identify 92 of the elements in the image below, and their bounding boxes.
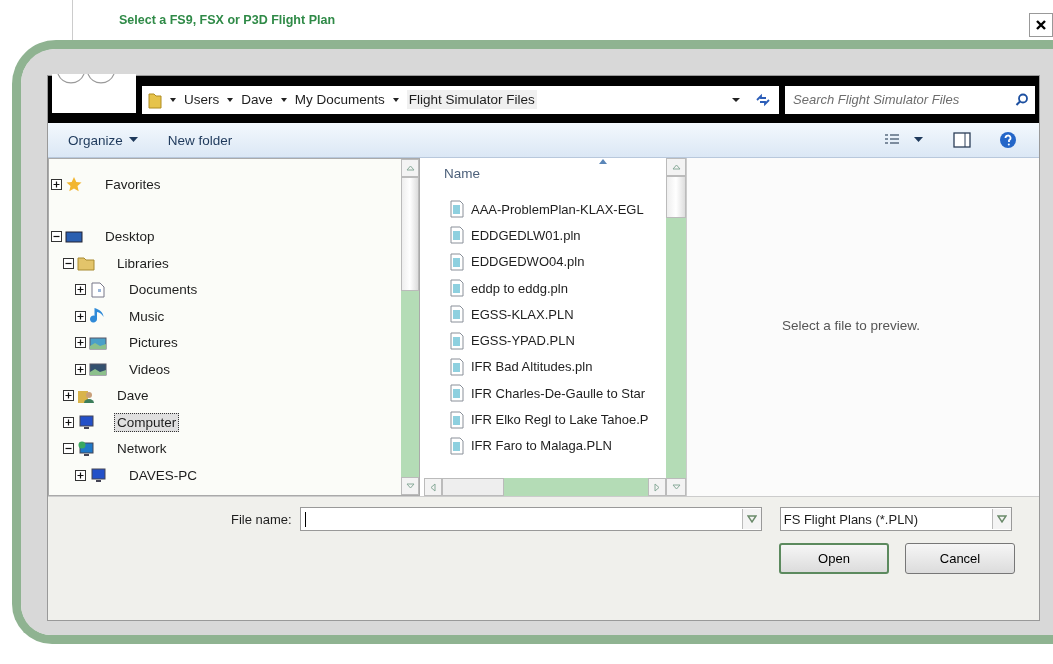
expander-icon[interactable] xyxy=(51,178,62,190)
scrollbar[interactable] xyxy=(401,159,419,495)
file-icon xyxy=(450,305,464,324)
file-icon xyxy=(450,226,464,245)
tree-item[interactable]: Favorites xyxy=(102,174,164,194)
tree-item[interactable]: Documents xyxy=(126,280,201,300)
file-type-dropdown[interactable]: FS Flight Plans (*.PLN) xyxy=(779,507,1012,531)
refresh-icon[interactable] xyxy=(755,92,771,107)
expander-icon[interactable] xyxy=(63,390,74,402)
documents-icon xyxy=(89,281,107,298)
close-icon xyxy=(1035,19,1047,31)
favorites-icon xyxy=(65,176,83,193)
search-icon xyxy=(1015,92,1029,107)
expander-icon[interactable] xyxy=(63,416,74,428)
breadcrumb-item[interactable]: Flight Simulator Files xyxy=(406,90,537,109)
window-title: Select a FS9, FSX or P3D Flight Plan xyxy=(119,13,336,27)
breadcrumb-bar[interactable]: Users Dave My Documents Flight Simulator Files xyxy=(142,85,779,114)
caret-icon[interactable] xyxy=(168,95,178,104)
scrollbar[interactable] xyxy=(666,158,686,496)
breadcrumb-item[interactable]: Users xyxy=(184,92,220,107)
pictures-icon xyxy=(89,334,107,351)
search-field[interactable]: Search Flight Simulator Files xyxy=(785,85,1035,114)
library-icon xyxy=(77,255,95,272)
folder-icon xyxy=(148,90,162,109)
tree-item[interactable]: Videos xyxy=(126,359,174,379)
file-item[interactable]: IFR Elko Regl to Lake Tahoe.P xyxy=(471,412,649,427)
desktop-icon xyxy=(65,228,83,245)
scroll-thumb[interactable] xyxy=(401,177,419,291)
expander-icon[interactable] xyxy=(63,257,74,269)
caret-icon[interactable] xyxy=(225,95,236,104)
file-name-label: File name: xyxy=(231,511,292,527)
computer-icon xyxy=(89,467,107,484)
tree-item[interactable]: Pictures xyxy=(126,333,181,353)
expander-icon[interactable] xyxy=(75,363,86,375)
close-button[interactable] xyxy=(1029,13,1053,37)
sort-arrow-icon xyxy=(599,159,607,164)
tree-item[interactable]: DAVES-PC xyxy=(126,465,200,485)
tree-item[interactable]: Music xyxy=(126,306,168,326)
file-icon xyxy=(450,252,464,271)
file-item[interactable]: IFR Faro to Malaga.PLN xyxy=(471,438,612,454)
file-item[interactable]: EGSS-KLAX.PLN xyxy=(471,306,574,322)
dropdown-caret-icon[interactable] xyxy=(731,95,741,104)
scroll-thumb[interactable] xyxy=(666,176,686,218)
new-folder-button[interactable]: New folder xyxy=(159,128,241,152)
expander-icon[interactable] xyxy=(75,310,86,322)
file-item[interactable]: IFR Charles-De-Gaulle to Star xyxy=(471,385,646,401)
caret-icon[interactable] xyxy=(914,137,923,143)
file-icon xyxy=(450,410,464,429)
file-item[interactable]: EDDGEDLW01.pln xyxy=(471,227,581,243)
tree-item[interactable]: Dave xyxy=(114,386,152,406)
file-item[interactable]: eddp to eddg.pln xyxy=(471,280,568,296)
breadcrumb-item[interactable]: Dave xyxy=(241,92,273,107)
preview-message: Select a file to preview. xyxy=(781,317,921,335)
expander-icon[interactable] xyxy=(63,443,74,455)
scroll-thumb[interactable] xyxy=(442,478,504,496)
file-item[interactable]: EGSS-YPAD.PLN xyxy=(471,333,575,349)
expander-icon[interactable] xyxy=(75,469,86,481)
caret-icon[interactable] xyxy=(278,95,289,104)
network-icon xyxy=(77,440,95,457)
expander-icon[interactable] xyxy=(75,284,86,296)
file-name-field[interactable] xyxy=(299,507,762,531)
search-input[interactable]: Search Flight Simulator Files xyxy=(791,84,1011,115)
column-header[interactable]: Name xyxy=(444,165,480,181)
file-icon xyxy=(450,384,464,403)
file-icon xyxy=(450,279,464,298)
tree-item[interactable]: Libraries xyxy=(114,253,172,273)
videos-icon xyxy=(89,361,107,378)
file-icon xyxy=(450,436,464,455)
dropdown-icon xyxy=(996,515,1007,523)
dropdown-icon[interactable] xyxy=(746,515,757,523)
view-list-icon[interactable] xyxy=(884,133,900,147)
tree-item[interactable]: Desktop xyxy=(102,227,158,247)
computer-icon xyxy=(77,414,95,431)
file-item[interactable]: EDDGEDWO04.pln xyxy=(471,254,585,270)
scrollbar[interactable] xyxy=(424,478,666,496)
caret-icon xyxy=(128,137,138,143)
organize-menu-button[interactable]: Organize xyxy=(60,128,146,152)
tree-item[interactable]: Network xyxy=(114,439,170,459)
file-item[interactable]: AAA-ProblemPlan-KLAX-EGL xyxy=(471,201,644,217)
file-item[interactable]: IFR Bad Altitudes.pln xyxy=(471,359,593,375)
file-icon xyxy=(450,200,464,219)
cancel-button[interactable]: Cancel xyxy=(905,543,1015,574)
help-icon[interactable] xyxy=(999,131,1017,149)
open-button[interactable]: Open xyxy=(779,543,889,574)
file-icon xyxy=(450,357,464,376)
tree-item[interactable]: Computer xyxy=(114,412,180,432)
breadcrumb-item[interactable]: My Documents xyxy=(294,92,385,107)
file-icon xyxy=(450,331,464,350)
caret-icon[interactable] xyxy=(390,95,401,104)
expander-icon[interactable] xyxy=(75,337,86,349)
preview-pane-icon[interactable] xyxy=(953,132,971,148)
expander-icon[interactable] xyxy=(51,231,62,243)
